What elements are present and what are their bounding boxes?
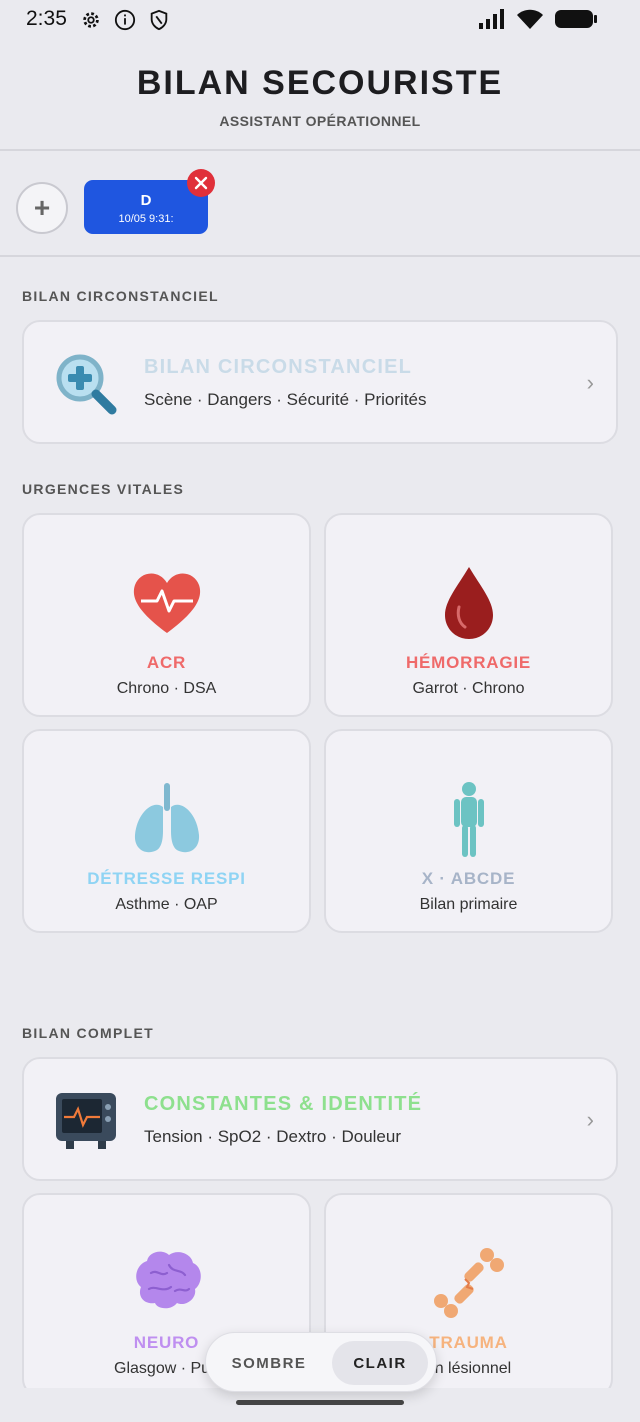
divider bbox=[0, 255, 640, 257]
tile-acr[interactable]: ACR Chrono · DSA bbox=[22, 513, 311, 717]
status-bar: 2:35 bbox=[0, 0, 640, 40]
divider bbox=[0, 149, 640, 151]
theme-light-option[interactable]: CLAIR bbox=[332, 1341, 428, 1385]
broken-bone-icon bbox=[433, 1248, 504, 1318]
card-bilan-circonstanciel[interactable]: BILAN CIRCONSTANCIEL Scène · Dangers · S… bbox=[22, 320, 618, 444]
close-icon bbox=[194, 176, 208, 190]
session-date: 10/05 9:31: bbox=[118, 213, 174, 225]
wifi-icon bbox=[517, 9, 543, 29]
tile-title: DÉTRESSE RESPI bbox=[87, 869, 246, 888]
tile-title: ACR bbox=[146, 653, 187, 672]
shield-icon bbox=[150, 9, 168, 31]
tile-detresse-respi[interactable]: DÉTRESSE RESPI Asthme · OAP bbox=[22, 729, 311, 933]
battery-icon bbox=[555, 10, 597, 28]
tile-title: X · ABCDE bbox=[421, 869, 516, 888]
tile-subtitle: Asthme · OAP bbox=[115, 896, 218, 913]
card-subtitle: Tension · SpO2 · Dextro · Douleur bbox=[144, 1127, 401, 1146]
lungs-icon bbox=[134, 783, 199, 853]
app-header: BILAN SECOURISTE ASSISTANT OPÉRATIONNEL bbox=[0, 64, 640, 129]
brain-icon bbox=[135, 1251, 201, 1309]
page-subtitle: ASSISTANT OPÉRATIONNEL bbox=[219, 113, 421, 129]
plus-icon: + bbox=[33, 192, 51, 223]
info-icon bbox=[114, 9, 136, 31]
monitor-icon bbox=[56, 1093, 116, 1149]
section-title-urgences: URGENCES VITALES bbox=[22, 481, 185, 497]
magnifier-plus-icon bbox=[56, 354, 117, 415]
close-session-button[interactable] bbox=[187, 169, 215, 197]
theme-toggle[interactable]: SOMBRE CLAIR bbox=[205, 1332, 437, 1392]
chevron-right-icon: › bbox=[586, 370, 594, 395]
session-name: D bbox=[140, 192, 152, 209]
section-title-circonstanciel: BILAN CIRCONSTANCIEL bbox=[22, 288, 219, 304]
tile-subtitle: Bilan primaire bbox=[419, 896, 518, 913]
card-constantes-identite[interactable]: CONSTANTES & IDENTITÉ Tension · SpO2 · D… bbox=[22, 1057, 618, 1181]
tile-subtitle: Chrono · DSA bbox=[116, 680, 217, 697]
bottom-fade bbox=[0, 1388, 640, 1422]
blood-drop-icon bbox=[444, 567, 493, 639]
tile-title: HÉMORRAGIE bbox=[405, 653, 532, 672]
theme-dark-option[interactable]: SOMBRE bbox=[214, 1341, 324, 1385]
status-time: 2:35 bbox=[26, 7, 67, 30]
human-figure-icon bbox=[453, 782, 484, 857]
chevron-right-icon: › bbox=[586, 1107, 594, 1132]
tile-hemorragie[interactable]: HÉMORRAGIE Garrot · Chrono bbox=[324, 513, 613, 717]
add-session-button[interactable]: + bbox=[16, 182, 68, 234]
page-title: BILAN SECOURISTE bbox=[136, 64, 504, 102]
tile-abcde[interactable]: X · ABCDE Bilan primaire bbox=[324, 729, 613, 933]
heart-pulse-icon bbox=[133, 573, 200, 633]
gear-icon bbox=[83, 12, 99, 28]
signal-icon bbox=[479, 9, 504, 29]
card-title: CONSTANTES & IDENTITÉ bbox=[144, 1093, 423, 1115]
card-subtitle: Scène · Dangers · Sécurité · Priorités bbox=[144, 390, 427, 409]
tile-subtitle: Garrot · Chrono bbox=[412, 680, 525, 697]
app-screen: 2:35 BILAN SECOURISTE ASSISTANT OPÉRATIO… bbox=[0, 0, 640, 1422]
home-indicator[interactable] bbox=[236, 1400, 404, 1405]
section-title-complet: BILAN COMPLET bbox=[22, 1025, 155, 1041]
card-title: BILAN CIRCONSTANCIEL bbox=[144, 356, 413, 378]
